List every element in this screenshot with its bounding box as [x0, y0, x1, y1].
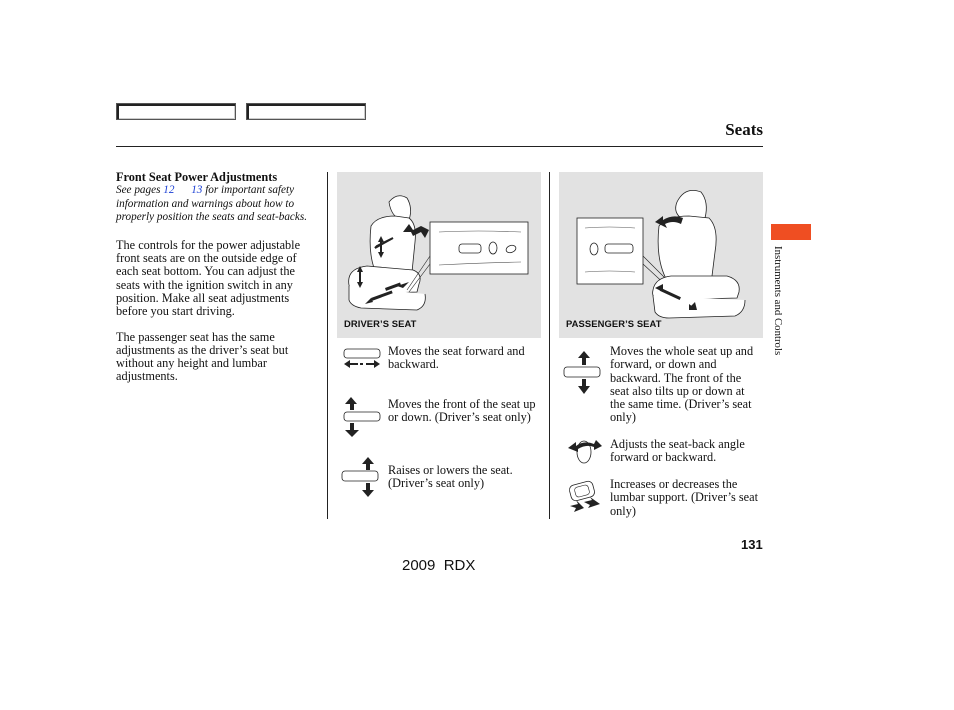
control-description: Moves the seat forward and backward.: [388, 344, 525, 372]
control-description: Moves the whole seat up and forward, or …: [610, 344, 754, 425]
controls-paragraph: The controls for the power adjustable fr…: [116, 237, 301, 319]
safety-note: See pages 12 13 for important safety inf…: [116, 184, 321, 225]
switch-front-up-down-icon: [342, 396, 384, 443]
control-description: Adjusts the seat-back angle forward or b…: [610, 437, 745, 465]
page-title: Seats: [725, 120, 763, 139]
page-link-13[interactable]: 13: [191, 184, 202, 196]
lumbar-switch-icon: [566, 480, 606, 519]
section-label-text: Instruments and Controls: [772, 246, 784, 356]
section-heading: Front Seat Power Adjustments: [116, 170, 278, 184]
switch-rear-up-down-icon: [340, 456, 382, 503]
passenger-seat-illustration: [576, 189, 746, 319]
driver-seat-label: DRIVER’S SEAT: [344, 318, 417, 329]
driver-seat-illustration: [348, 195, 529, 311]
page-number: 131: [741, 537, 763, 552]
seatback-recline-switch-icon: [566, 436, 606, 471]
header-divider: [116, 146, 763, 147]
page-link-12[interactable]: 12: [163, 184, 174, 196]
section-tab[interactable]: [771, 224, 811, 240]
intro-column: Front Seat Power Adjustments See pages 1…: [116, 170, 321, 384]
driver-seat-figure: DRIVER’S SEAT: [337, 172, 541, 338]
passenger-seat-label: PASSENGER’S SEAT: [566, 318, 662, 329]
control-description: Moves the front of the seat up or down. …: [388, 397, 536, 425]
nav-next-button[interactable]: [246, 103, 366, 120]
passenger-seat-figure: PASSENGER’S SEAT: [559, 172, 763, 338]
slide-switch-fore-aft-icon: [342, 346, 384, 375]
switch-whole-seat-up-down-icon: [562, 350, 604, 401]
column-divider: [549, 172, 550, 519]
column-divider: [327, 172, 328, 519]
control-description: Increases or decreases the lumbar suppor…: [610, 477, 758, 518]
nav-previous-button[interactable]: [116, 103, 236, 120]
section-label: Instruments and Controls: [771, 246, 785, 376]
passenger-paragraph: The passenger seat has the same adjustme…: [116, 329, 289, 384]
model-footer: 2009 RDX: [402, 557, 475, 574]
note-prefix: See pages: [116, 184, 164, 197]
model-text: 2009 RDX: [402, 557, 476, 574]
control-description: Raises or lowers the seat. (Driver’s sea…: [388, 463, 513, 491]
